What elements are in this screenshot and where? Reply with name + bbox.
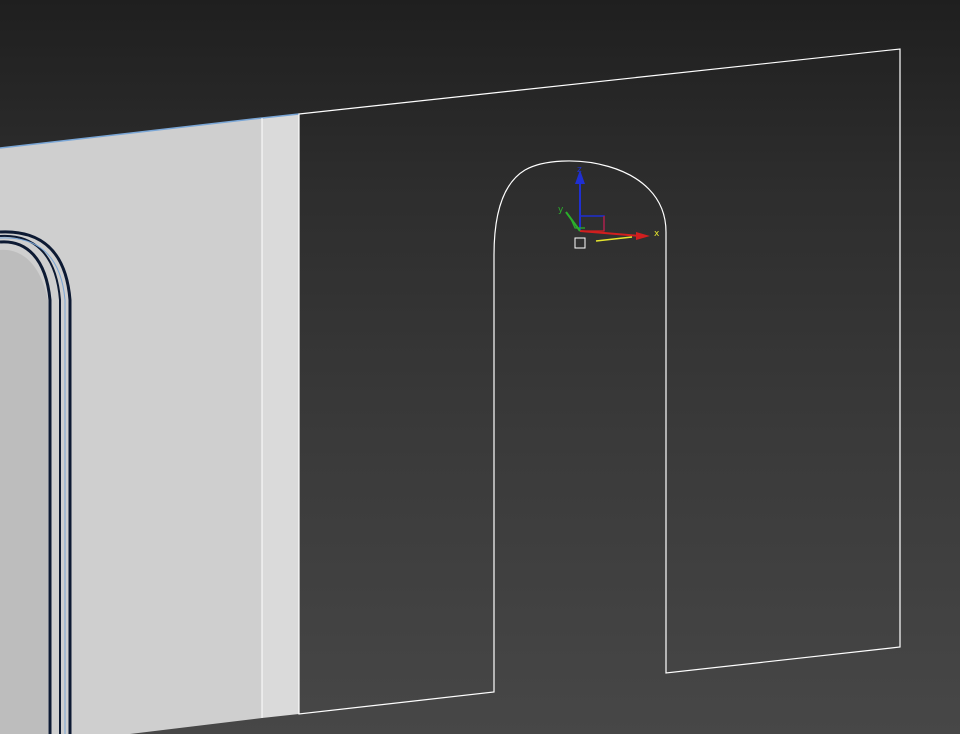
- gizmo-plane-handle-xz[interactable]: [580, 215, 605, 231]
- shaded-wall-side-face[interactable]: [262, 114, 299, 718]
- pivot-point-box[interactable]: [574, 237, 586, 249]
- wireframe-wall-spline[interactable]: [298, 48, 901, 715]
- gizmo-x-axis[interactable]: [579, 230, 641, 237]
- 3d-viewport[interactable]: z x y: [0, 0, 960, 734]
- gizmo-x-axis-yellow-segment: [595, 236, 633, 242]
- shaded-wall-arch-opening: [0, 249, 48, 734]
- gizmo-x-label: x: [654, 229, 660, 239]
- scene-canvas[interactable]: z x y: [0, 0, 960, 734]
- gizmo-z-label: z: [577, 165, 582, 175]
- shaded-wall-object[interactable]: [0, 113, 300, 734]
- gizmo-y-label: y: [558, 205, 564, 215]
- transform-gizmo[interactable]: z x y: [558, 165, 660, 249]
- gizmo-plane-handle-red: [580, 216, 605, 232]
- gizmo-x-arrowhead: [636, 232, 650, 240]
